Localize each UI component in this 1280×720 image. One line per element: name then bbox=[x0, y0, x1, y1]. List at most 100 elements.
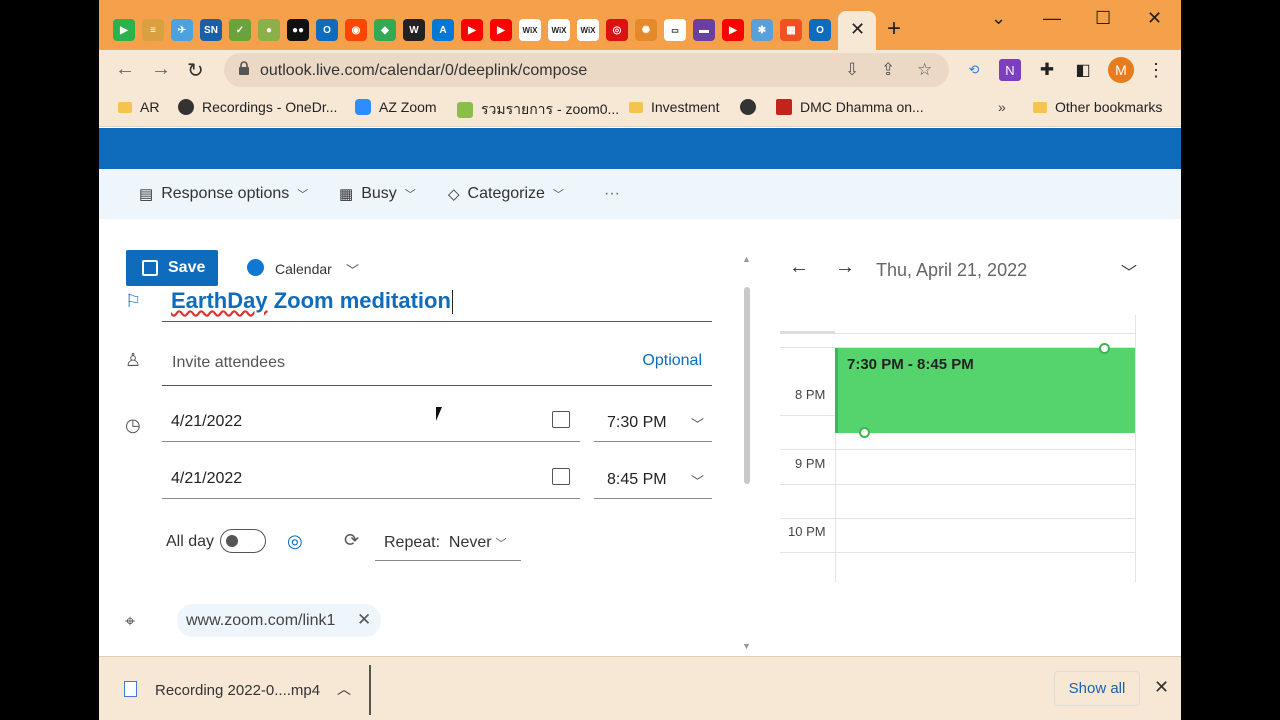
forward-button[interactable]: → bbox=[151, 58, 171, 81]
bookmark-star-icon[interactable]: ☆ bbox=[917, 60, 932, 80]
share-icon[interactable]: ⇪ bbox=[881, 60, 895, 80]
back-button[interactable]: ← bbox=[115, 58, 135, 81]
other-bookmarks[interactable]: Other bookmarks bbox=[1033, 99, 1162, 115]
scroll-down-arrow-icon[interactable]: ▼ bbox=[742, 641, 751, 651]
bookmark-investment[interactable]: Investment bbox=[629, 99, 719, 115]
reddit-icon[interactable]: ◉ bbox=[345, 19, 367, 41]
profile-avatar[interactable]: M bbox=[1108, 57, 1134, 83]
close-window-button[interactable]: ✕ bbox=[1147, 8, 1162, 29]
youtube-icon[interactable]: ▶ bbox=[490, 19, 512, 41]
location-chip[interactable]: www.zoom.com/link1 ✕ bbox=[177, 604, 381, 637]
people-icon bbox=[457, 102, 473, 118]
remove-location-icon[interactable]: ✕ bbox=[357, 610, 371, 630]
address-bar[interactable]: outlook.live.com/calendar/0/deeplink/com… bbox=[224, 53, 949, 87]
time-zone-globe-icon[interactable]: ◎ bbox=[287, 531, 303, 552]
syn-icon[interactable]: SN bbox=[200, 19, 222, 41]
refresh-extension-icon[interactable]: ⟲ bbox=[963, 59, 985, 81]
save-label: Save bbox=[168, 259, 206, 276]
menu-kebab-icon[interactable]: ⋮ bbox=[1145, 59, 1167, 81]
wix-icon[interactable]: WiX bbox=[519, 19, 541, 41]
youtube-icon[interactable]: ▶ bbox=[461, 19, 483, 41]
bird-icon[interactable]: ✈ bbox=[171, 19, 193, 41]
reload-button[interactable]: ↻ bbox=[187, 58, 204, 83]
note-icon[interactable]: ≡ bbox=[142, 19, 164, 41]
start-date-input[interactable]: 4/21/2022 bbox=[162, 404, 580, 442]
url-text: outlook.live.com/calendar/0/deeplink/com… bbox=[260, 62, 588, 79]
scroll-up-arrow-icon[interactable]: ▲ bbox=[742, 254, 751, 264]
event-resize-handle-bottom[interactable] bbox=[859, 427, 870, 438]
onenote-icon[interactable]: N bbox=[999, 59, 1021, 81]
new-tab-button[interactable]: + bbox=[887, 15, 901, 43]
bookmarks-overflow-button[interactable]: » bbox=[998, 99, 1006, 115]
bookmark-az-zoom[interactable]: AZ Zoom bbox=[355, 99, 437, 115]
check-icon[interactable]: ✓ bbox=[229, 19, 251, 41]
calendar-icon[interactable] bbox=[552, 468, 570, 485]
invite-attendees-input[interactable]: Invite attendees Optional bbox=[162, 340, 712, 386]
azure-icon[interactable]: A bbox=[432, 19, 454, 41]
all-day-toggle[interactable] bbox=[220, 529, 266, 553]
response-options-button[interactable]: ▤ Response options ﹀ bbox=[139, 185, 308, 203]
bookmark-globe[interactable] bbox=[740, 99, 756, 115]
map-pin-icon[interactable]: ● bbox=[258, 19, 280, 41]
busy-button[interactable]: ▦ Busy ﹀ bbox=[339, 185, 416, 203]
hour-label: 9 PM bbox=[795, 456, 826, 471]
day-view-date[interactable]: Thu, April 21, 2022 bbox=[876, 260, 1027, 281]
repeat-dropdown[interactable]: Repeat: Never ﹀ bbox=[375, 524, 521, 561]
close-downloads-icon[interactable]: ✕ bbox=[1154, 677, 1169, 698]
response-options-icon: ▤ bbox=[139, 186, 154, 203]
bookmark-dmc[interactable]: DMC Dhamma on... bbox=[776, 99, 924, 115]
install-app-icon[interactable]: ⇩ bbox=[845, 60, 859, 80]
event-block[interactable]: 7:30 PM - 8:45 PM bbox=[835, 348, 1135, 433]
folder-icon bbox=[118, 101, 132, 113]
bookmark-zoom-list[interactable]: รวมรายการ - zoom0... bbox=[457, 99, 619, 121]
zoom-icon bbox=[355, 99, 371, 115]
outlook-icon[interactable]: O bbox=[316, 19, 338, 41]
chevron-down-icon: ﹀ bbox=[297, 189, 309, 201]
bookmark-ar[interactable]: AR bbox=[118, 99, 159, 115]
window-icon[interactable]: ▭ bbox=[664, 19, 686, 41]
optional-attendees-link[interactable]: Optional bbox=[642, 352, 702, 370]
feedly-icon[interactable]: ▶ bbox=[113, 19, 135, 41]
chevron-down-icon[interactable]: ﹀ bbox=[1121, 259, 1137, 283]
swirl-icon[interactable]: ✺ bbox=[635, 19, 657, 41]
tab-search-chevron-icon[interactable]: ⌄ bbox=[991, 8, 1006, 29]
active-tab[interactable]: ✕ bbox=[838, 11, 876, 50]
w-icon[interactable]: W bbox=[403, 19, 425, 41]
previous-day-arrow-icon[interactable]: ← bbox=[789, 256, 809, 279]
calendar-selector[interactable]: Calendar bbox=[275, 261, 332, 277]
more-options-button[interactable]: ··· bbox=[604, 185, 620, 203]
show-all-button[interactable]: Show all bbox=[1054, 671, 1140, 706]
wix-icon[interactable]: WiX bbox=[548, 19, 570, 41]
event-resize-handle-top[interactable] bbox=[1099, 343, 1110, 354]
save-button[interactable]: Save bbox=[126, 250, 218, 286]
microsoft-icon[interactable]: ▦ bbox=[780, 19, 802, 41]
chevron-down-icon[interactable]: ﹀ bbox=[346, 260, 359, 279]
calendar-icon[interactable] bbox=[552, 411, 570, 428]
puzzle-icon[interactable]: ✱ bbox=[751, 19, 773, 41]
purple-icon[interactable]: ▬ bbox=[693, 19, 715, 41]
chevron-up-icon[interactable]: ︿ bbox=[337, 679, 351, 699]
side-panel-icon[interactable]: ◧ bbox=[1072, 59, 1094, 81]
calendar-color-dot[interactable] bbox=[247, 259, 264, 276]
medium-icon[interactable]: ●● bbox=[287, 19, 309, 41]
target-icon[interactable]: ◎ bbox=[606, 19, 628, 41]
minimize-button[interactable]: — bbox=[1043, 8, 1061, 29]
chevron-down-icon: ﹀ bbox=[552, 189, 564, 201]
extensions-puzzle-icon[interactable]: ✚ bbox=[1036, 59, 1058, 81]
form-scrollbar-thumb[interactable] bbox=[744, 287, 750, 484]
maps-icon[interactable]: ◆ bbox=[374, 19, 396, 41]
next-day-arrow-icon[interactable]: → bbox=[835, 256, 855, 279]
maximize-button[interactable]: ☐ bbox=[1095, 8, 1111, 29]
start-time-select[interactable]: 7:30 PM ﹀ bbox=[594, 404, 712, 442]
end-time-select[interactable]: 8:45 PM ﹀ bbox=[594, 461, 712, 499]
end-date-input[interactable]: 4/21/2022 bbox=[162, 461, 580, 499]
outlook-icon[interactable]: O bbox=[809, 19, 831, 41]
wix-icon[interactable]: WiX bbox=[577, 19, 599, 41]
download-item[interactable]: Recording 2022-0....mp4 bbox=[155, 682, 320, 699]
grid-line bbox=[780, 552, 1136, 553]
bookmark-recordings[interactable]: Recordings - OneDr... bbox=[178, 99, 337, 115]
youtube-icon[interactable]: ▶ bbox=[722, 19, 744, 41]
categorize-button[interactable]: ◇ Categorize ﹀ bbox=[448, 185, 564, 203]
event-title-input[interactable]: EarthDay Zoom meditation bbox=[162, 283, 712, 322]
close-tab-icon[interactable]: ✕ bbox=[850, 19, 865, 40]
